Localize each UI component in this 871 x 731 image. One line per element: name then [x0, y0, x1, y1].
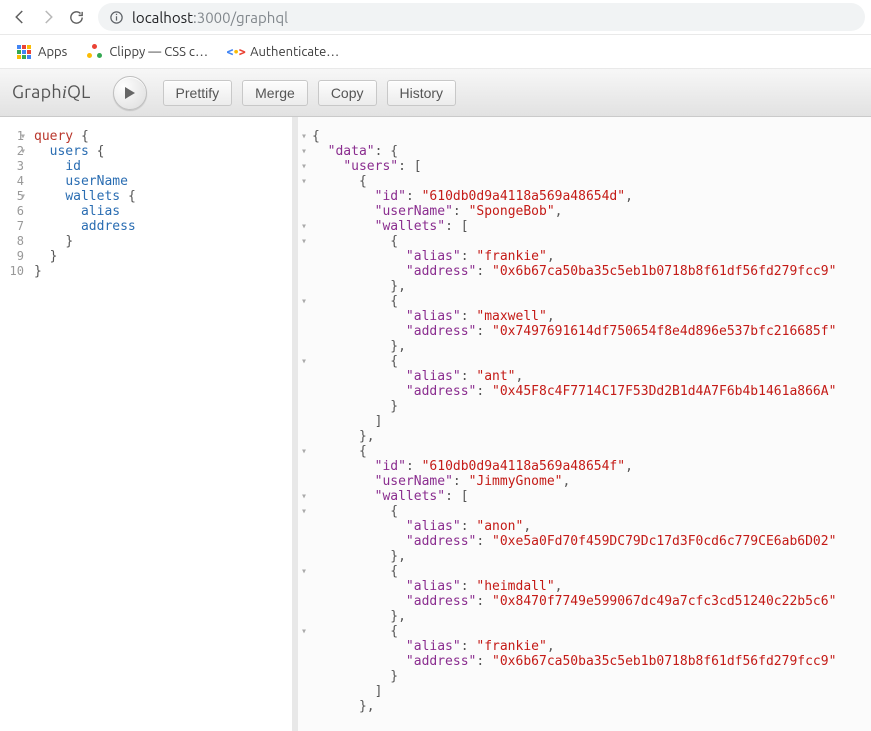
query-code[interactable]: query { users { id userName wallets { al… [34, 117, 292, 731]
fold-gutter: ▾▾▾ [18, 129, 28, 731]
bookmark-clippy[interactable]: Clippy — CSS c… [79, 40, 216, 64]
apps-icon [16, 44, 32, 60]
execute-button[interactable] [113, 76, 147, 110]
bookmark-label: Authenticate… [250, 45, 339, 59]
address-bar[interactable]: localhost:3000/graphql [98, 3, 865, 31]
query-editor[interactable]: 12345678910 ▾▾▾ query { users { id userN… [0, 117, 298, 731]
prettify-button[interactable]: Prettify [163, 80, 233, 106]
reload-button[interactable] [62, 3, 90, 31]
url-text: localhost:3000/graphql [132, 9, 288, 26]
result-fold-gutter: ▾▾▾▾▾▾▾▾▾▾▾▾▾ [298, 129, 310, 714]
bookmark-apps[interactable]: Apps [8, 40, 75, 64]
back-button[interactable] [6, 3, 34, 31]
bookmark-authenticate[interactable]: <•> Authenticate… [220, 40, 347, 64]
workspace: 12345678910 ▾▾▾ query { users { id userN… [0, 117, 871, 731]
forward-button[interactable] [34, 3, 62, 31]
result-viewer[interactable]: ▾▾▾▾▾▾▾▾▾▾▾▾▾ { "data": { "users": [ { "… [298, 117, 871, 731]
copy-button[interactable]: Copy [318, 80, 377, 106]
bookmarks-bar: Apps Clippy — CSS c… <•> Authenticate… [0, 35, 871, 69]
authenticate-icon: <•> [228, 44, 244, 60]
clippy-icon [87, 44, 103, 60]
merge-button[interactable]: Merge [242, 80, 308, 106]
site-info-icon[interactable] [108, 9, 124, 25]
bookmark-label: Apps [38, 45, 67, 59]
browser-nav-bar: localhost:3000/graphql [0, 0, 871, 35]
history-button[interactable]: History [387, 80, 457, 106]
bookmark-label: Clippy — CSS c… [109, 45, 208, 59]
graphiql-toolbar: GraphiQL Prettify Merge Copy History [0, 69, 871, 117]
graphiql-logo: GraphiQL [12, 82, 91, 103]
result-code: { "data": { "users": [ { "id": "610db0d9… [312, 117, 871, 731]
play-icon [124, 86, 136, 100]
